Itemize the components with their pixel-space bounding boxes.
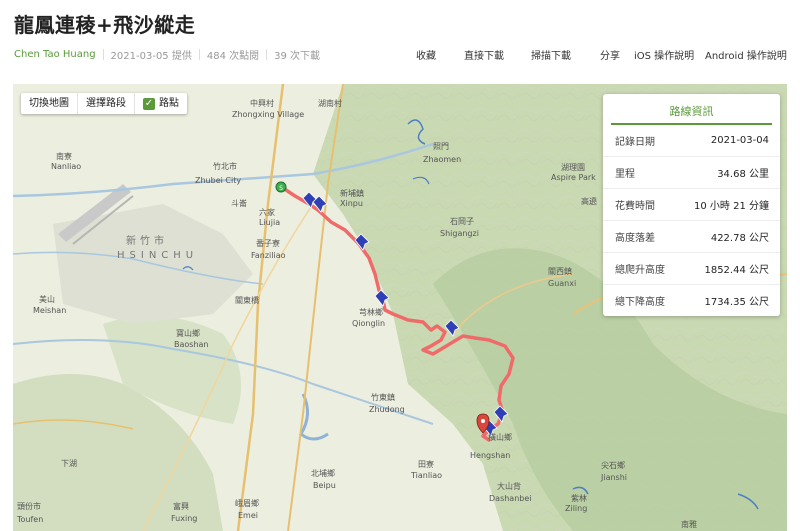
- place-label: 新埔鎮: [340, 188, 364, 198]
- place-label: Fuxing: [171, 514, 197, 523]
- place-label: Jianshi: [600, 473, 627, 482]
- info-label: 總爬升高度: [615, 265, 665, 276]
- place-label: Emei: [238, 511, 258, 520]
- start-marker[interactable]: S: [275, 181, 287, 193]
- place-label: 寶山鄉: [176, 328, 200, 338]
- place-label: Tianliao: [410, 471, 442, 480]
- info-row-date: 記錄日期 2021-03-04: [603, 125, 780, 157]
- place-label: Aspire Park: [551, 173, 596, 182]
- place-label: 富興: [173, 501, 189, 511]
- info-value: 2021-03-04: [710, 135, 769, 146]
- info-label: 高度落差: [615, 233, 655, 244]
- place-label: Guanxi: [548, 279, 576, 288]
- ios-help-link[interactable]: iOS 操作說明: [634, 47, 694, 62]
- place-label: 石岡子: [450, 217, 474, 226]
- place-label: 峨眉鄉: [235, 498, 259, 508]
- place-label: Zhudong: [369, 405, 405, 414]
- route-map[interactable]: S 中興村 Zhongxing Village 湖南村 南寮 Nanliao 竹…: [13, 84, 787, 531]
- info-row-ascent: 總爬升高度 1852.44 公尺: [603, 253, 780, 285]
- info-value: 1852.44 公尺: [704, 265, 769, 276]
- info-label: 記錄日期: [615, 137, 655, 148]
- place-label: 尖石鄉: [601, 460, 625, 470]
- place-label: Zhongxing Village: [232, 110, 304, 119]
- place-label: 關東橋: [235, 295, 259, 305]
- info-label: 總下降高度: [615, 297, 665, 308]
- place-label: 照門: [433, 142, 449, 151]
- action-bar: 收藏 直接下載 掃描下載 分享 iOS 操作說明 Android 操作說明: [0, 47, 800, 62]
- info-value: 422.78 公尺: [710, 233, 769, 244]
- info-value: 34.68 公里: [717, 169, 769, 180]
- place-label: Xinpu: [340, 199, 363, 208]
- place-label: Meishan: [33, 306, 66, 315]
- place-label: 下湖: [61, 459, 77, 468]
- place-label: 橫山鄉: [488, 432, 512, 442]
- place-label: 南雅: [681, 519, 697, 529]
- favorite-button[interactable]: 收藏: [416, 47, 436, 62]
- place-label: 頭份市: [17, 501, 41, 511]
- direct-download-button[interactable]: 直接下載: [464, 47, 504, 62]
- place-label: 田寮: [418, 459, 434, 469]
- share-button[interactable]: 分享: [600, 47, 620, 62]
- place-label: 斗崙: [231, 198, 247, 208]
- city-label: HSINCHU: [117, 250, 198, 261]
- waypoints-label: 路點: [159, 98, 179, 109]
- place-label: Fanziliao: [251, 251, 286, 260]
- select-segment-button[interactable]: 選擇路段: [78, 93, 135, 114]
- place-label: Beipu: [313, 481, 336, 490]
- place-label: 竹北市: [213, 161, 237, 171]
- place-label: Ziling: [565, 504, 587, 513]
- route-info-heading: 路線資訊: [611, 94, 772, 125]
- place-label: 六家: [259, 207, 275, 217]
- route-info-panel: 路線資訊 記錄日期 2021-03-04 里程 34.68 公里 花費時間 10…: [603, 94, 780, 316]
- city-label: 新竹市: [126, 234, 168, 247]
- checkmark-icon[interactable]: ✓: [143, 97, 155, 110]
- place-label: Dashanbei: [489, 494, 532, 503]
- place-label: 北埔鄉: [311, 468, 335, 478]
- place-label: 紫林: [571, 493, 587, 503]
- place-label: Toufen: [16, 515, 43, 524]
- scan-download-button[interactable]: 掃描下載: [531, 47, 571, 62]
- place-label: Shigangzi: [440, 229, 479, 238]
- place-label: 關西鎮: [548, 266, 572, 276]
- waypoints-toggle[interactable]: ✓ 路點: [135, 93, 187, 114]
- info-row-duration: 花費時間 10 小時 21 分鐘: [603, 189, 780, 221]
- info-value: 1734.35 公尺: [704, 297, 769, 308]
- page-title: 龍鳳連稜+飛沙縱走: [14, 13, 196, 37]
- place-label: Zhaomen: [423, 155, 461, 164]
- switch-map-button[interactable]: 切換地圖: [21, 93, 78, 114]
- place-label: 芎林鄉: [359, 307, 383, 317]
- place-label: 中興村: [250, 98, 274, 108]
- place-label: 高遶: [581, 196, 597, 206]
- place-label: Baoshan: [174, 340, 209, 349]
- place-label: 美山: [39, 294, 55, 304]
- info-row-elevation-diff: 高度落差 422.78 公尺: [603, 221, 780, 253]
- info-label: 里程: [615, 169, 635, 180]
- map-controls: 切換地圖 選擇路段 ✓ 路點: [21, 93, 187, 114]
- svg-text:S: S: [279, 185, 283, 192]
- android-help-link[interactable]: Android 操作說明: [705, 47, 787, 62]
- place-label: 湖南村: [318, 98, 342, 108]
- place-label: 番子寮: [256, 238, 280, 248]
- place-label: Zhubei City: [195, 176, 241, 185]
- place-label: Nanliao: [51, 162, 81, 171]
- place-label: 大山背: [497, 481, 521, 491]
- info-row-distance: 里程 34.68 公里: [603, 157, 780, 189]
- info-label: 花費時間: [615, 201, 655, 212]
- info-value: 10 小時 21 分鐘: [694, 201, 769, 212]
- place-label: Hengshan: [470, 451, 510, 460]
- info-row-descent: 總下降高度 1734.35 公尺: [603, 285, 780, 316]
- place-label: 竹東鎮: [371, 392, 395, 402]
- place-label: Qionglin: [352, 319, 385, 328]
- place-label: 南寮: [56, 151, 72, 161]
- place-label: 湖理園: [561, 163, 585, 172]
- place-label: Liujia: [259, 218, 280, 227]
